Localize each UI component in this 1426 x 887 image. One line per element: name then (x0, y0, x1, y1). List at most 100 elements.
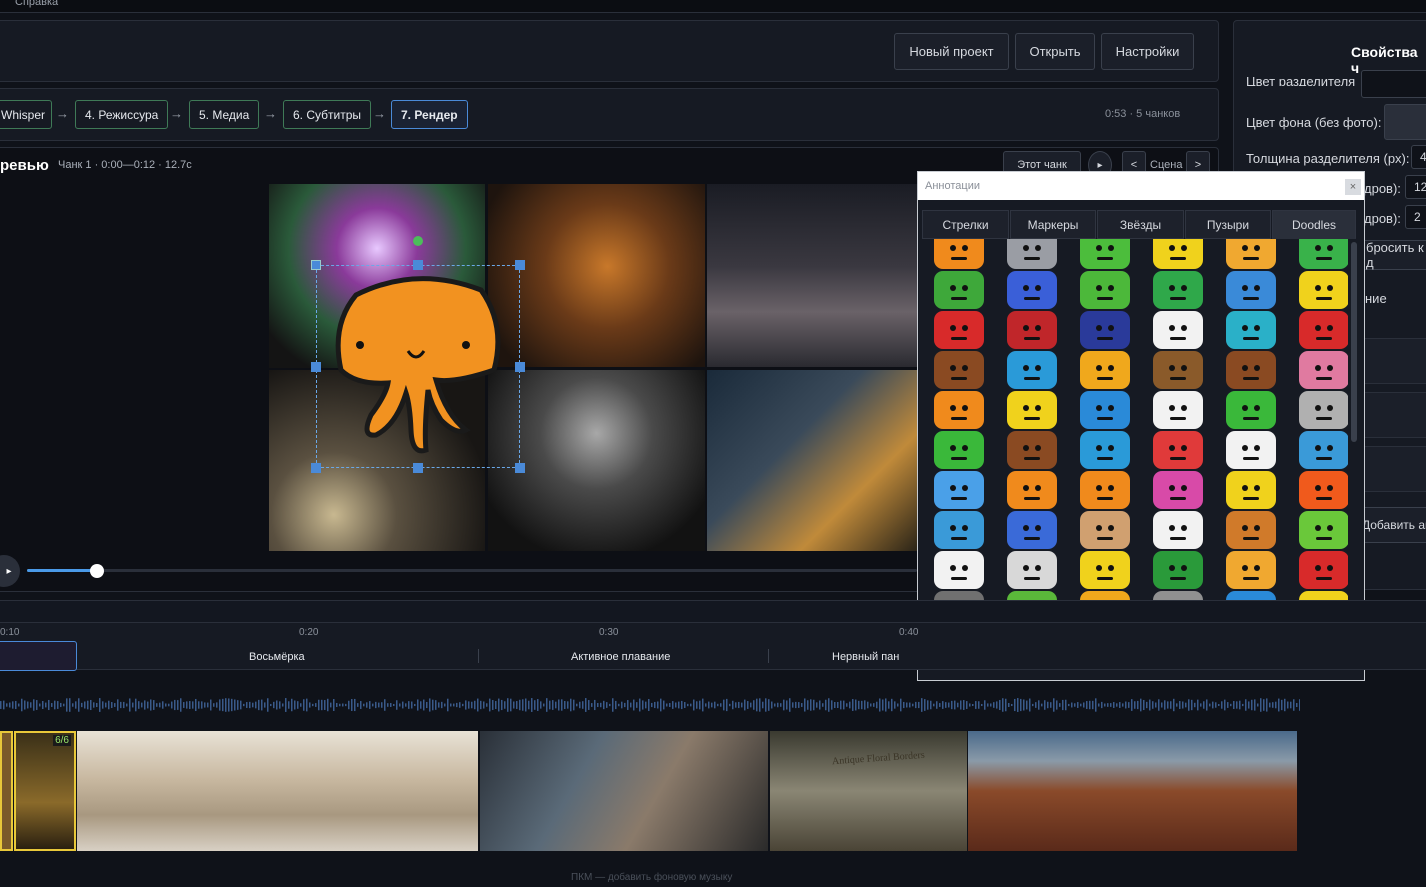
doodle-sticker[interactable] (1299, 431, 1348, 469)
doodle-sticker[interactable] (1226, 511, 1276, 549)
divider-thickness-input[interactable]: 4 (1411, 145, 1426, 169)
resize-handle[interactable] (515, 260, 525, 270)
doodle-sticker[interactable] (1299, 351, 1348, 389)
doodle-sticker[interactable] (1153, 239, 1203, 269)
doodle-sticker[interactable] (934, 311, 984, 349)
doodle-sticker[interactable] (1299, 551, 1348, 589)
resize-handle[interactable] (311, 463, 321, 473)
doodle-sticker[interactable] (934, 431, 984, 469)
segment-label[interactable]: Активное плавание (571, 651, 670, 663)
doodle-sticker[interactable] (1299, 471, 1348, 509)
step-directing[interactable]: 4. Режиссура (75, 100, 169, 129)
doodle-sticker[interactable] (1080, 431, 1130, 469)
doodle-sticker[interactable] (1299, 271, 1348, 309)
doodle-sticker[interactable] (1226, 271, 1276, 309)
frames-a-input[interactable]: 12 (1405, 175, 1426, 199)
doodle-sticker[interactable] (1153, 551, 1203, 589)
doodle-sticker[interactable] (1153, 431, 1203, 469)
doodle-sticker[interactable] (1007, 351, 1057, 389)
filmstrip-thumb[interactable] (968, 731, 1297, 851)
filmstrip-thumb[interactable] (77, 731, 478, 851)
doodle-sticker[interactable] (1080, 271, 1130, 309)
tab-arrows[interactable]: Стрелки (922, 210, 1009, 239)
octopus-doodle[interactable] (316, 265, 520, 468)
popup-scrollbar[interactable] (1351, 242, 1357, 442)
timeline-segment-selected[interactable] (0, 641, 77, 671)
doodle-sticker[interactable] (1007, 271, 1057, 309)
resize-handle[interactable] (311, 362, 321, 372)
step-whisper[interactable]: Whisper (0, 100, 52, 129)
doodle-sticker[interactable] (1226, 551, 1276, 589)
resize-handle[interactable] (515, 463, 525, 473)
doodle-sticker[interactable] (1299, 311, 1348, 349)
segment-label[interactable]: Нервный пан (832, 651, 899, 663)
menu-help[interactable]: Справка (15, 0, 58, 8)
filmstrip-thumb[interactable] (480, 731, 768, 851)
doodle-sticker[interactable] (1007, 511, 1057, 549)
tab-bubbles[interactable]: Пузыри (1185, 210, 1271, 239)
doodle-sticker[interactable] (1153, 471, 1203, 509)
segment-label[interactable]: Восьмёрка (249, 651, 305, 663)
doodle-sticker[interactable] (1153, 391, 1203, 429)
doodle-sticker[interactable] (1080, 511, 1130, 549)
doodle-sticker[interactable] (1080, 391, 1130, 429)
audio-waveform[interactable] (0, 690, 1300, 720)
resize-handle[interactable] (515, 362, 525, 372)
rotate-handle[interactable] (413, 236, 423, 246)
step-media[interactable]: 5. Медиа (189, 100, 260, 129)
doodle-sticker[interactable] (934, 511, 984, 549)
step-subtitles[interactable]: 6. Субтитры (283, 100, 372, 129)
doodle-sticker[interactable] (934, 551, 984, 589)
doodle-sticker[interactable] (1226, 471, 1276, 509)
doodle-sticker[interactable] (1226, 311, 1276, 349)
settings-button[interactable]: Настройки (1101, 33, 1194, 70)
frames-b-input[interactable]: 2 (1405, 205, 1426, 229)
doodle-sticker[interactable] (1080, 239, 1130, 269)
doodle-sticker[interactable] (1299, 391, 1348, 429)
doodle-sticker[interactable] (1299, 239, 1348, 269)
doodle-sticker[interactable] (1080, 551, 1130, 589)
tab-doodles[interactable]: Doodles (1272, 210, 1356, 239)
properties-section[interactable] (1360, 392, 1426, 438)
playback-thumb[interactable] (90, 564, 104, 578)
doodle-sticker[interactable] (934, 351, 984, 389)
properties-section[interactable] (1360, 446, 1426, 492)
filmstrip-thumb-selected[interactable]: 6/6 (14, 731, 76, 851)
properties-section[interactable] (1360, 338, 1426, 384)
doodle-sticker[interactable] (1007, 431, 1057, 469)
doodle-sticker[interactable] (1007, 239, 1057, 269)
doodle-sticker[interactable] (1153, 351, 1203, 389)
doodle-sticker[interactable] (1007, 471, 1057, 509)
add-annotation-button[interactable]: Добавить ан (1355, 507, 1426, 543)
doodle-sticker[interactable] (934, 271, 984, 309)
doodle-sticker[interactable] (1153, 311, 1203, 349)
divider-color-swatch[interactable] (1361, 70, 1426, 98)
doodle-sticker[interactable] (1080, 471, 1130, 509)
doodle-sticker[interactable] (1226, 351, 1276, 389)
resize-handle[interactable] (413, 260, 423, 270)
resize-handle[interactable] (413, 463, 423, 473)
doodle-sticker[interactable] (934, 391, 984, 429)
doodle-sticker[interactable] (1080, 311, 1130, 349)
reset-button[interactable]: бросить к д (1355, 240, 1426, 270)
step-render[interactable]: 7. Рендер (391, 100, 468, 129)
playback-track[interactable] (27, 569, 917, 572)
new-project-button[interactable]: Новый проект (894, 33, 1009, 70)
open-button[interactable]: Открыть (1015, 33, 1095, 70)
doodle-sticker[interactable] (934, 239, 984, 269)
doodle-sticker[interactable] (1226, 391, 1276, 429)
bg-color-swatch[interactable] (1384, 104, 1426, 140)
doodle-sticker[interactable] (1226, 431, 1276, 469)
doodle-sticker[interactable] (1226, 239, 1276, 269)
resize-handle[interactable] (311, 260, 321, 270)
doodle-sticker[interactable] (1153, 271, 1203, 309)
doodle-sticker[interactable] (1080, 351, 1130, 389)
tab-stars[interactable]: Звёзды (1097, 210, 1184, 239)
filmstrip-thumb[interactable]: Antique Floral Borders (770, 731, 967, 851)
doodle-sticker[interactable] (1299, 511, 1348, 549)
doodle-sticker[interactable] (1007, 551, 1057, 589)
doodle-sticker[interactable] (1007, 391, 1057, 429)
close-icon[interactable]: × (1345, 179, 1361, 195)
tab-markers[interactable]: Маркеры (1010, 210, 1096, 239)
doodle-sticker[interactable] (1153, 511, 1203, 549)
